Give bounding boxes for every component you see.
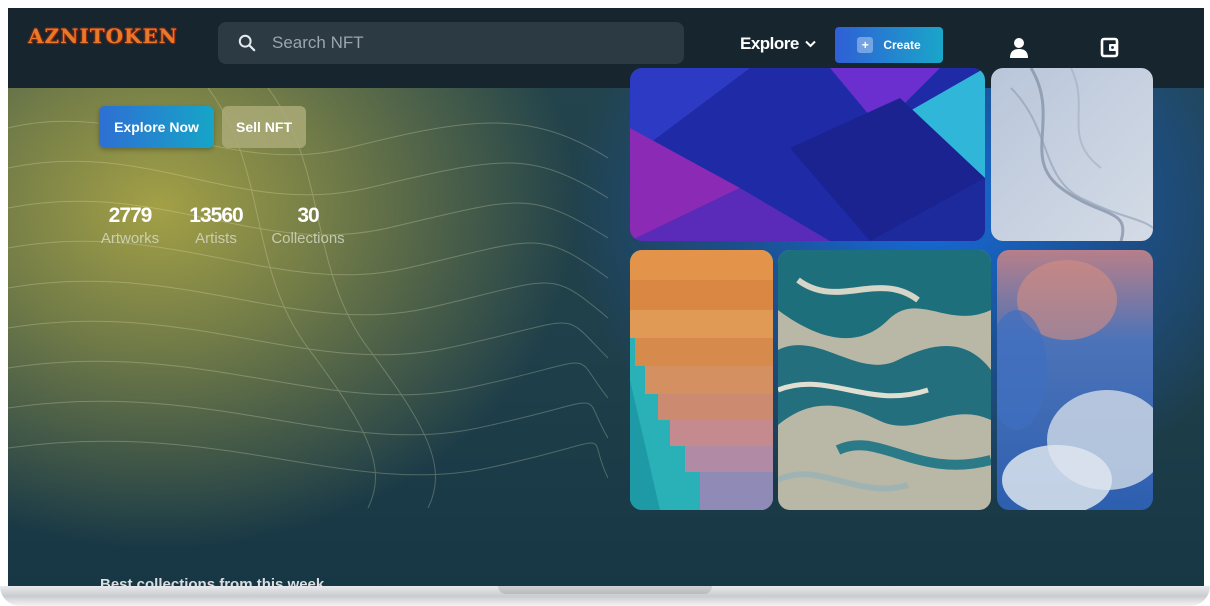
chevron-down-icon xyxy=(805,40,816,48)
nft-artwork-image xyxy=(991,68,1153,241)
stat-artworks-label: Artworks xyxy=(100,230,160,247)
nft-card-marble[interactable] xyxy=(778,250,991,510)
brand-logo[interactable]: AZNITOKEN xyxy=(28,18,178,54)
wallet-icon[interactable] xyxy=(1100,36,1120,58)
section-title: Best collections from this week xyxy=(100,576,325,586)
create-button-label: Create xyxy=(883,38,921,52)
stat-artworks-value: 2779 xyxy=(108,204,153,227)
stat-collections: 30 Collections xyxy=(268,204,348,247)
background-contour-pattern xyxy=(8,88,608,508)
stat-artists: 13560 Artists xyxy=(188,204,244,247)
nft-artwork-image xyxy=(630,250,773,510)
stat-artworks: 2779 Artworks xyxy=(98,204,162,247)
search-bar[interactable] xyxy=(218,22,684,64)
stat-artists-value: 13560 xyxy=(189,204,243,227)
create-button[interactable]: + Create xyxy=(835,27,943,63)
user-icon[interactable] xyxy=(1008,36,1030,60)
app-screen: AZNITOKEN Explore + Create xyxy=(8,8,1204,586)
nft-artwork-image xyxy=(630,68,985,241)
brand-logo-text: AZNITOKEN xyxy=(28,24,178,48)
nft-card-smoke[interactable] xyxy=(991,68,1153,241)
stat-collections-value: 30 xyxy=(297,204,319,227)
search-input[interactable] xyxy=(270,32,654,54)
nft-artwork-image xyxy=(778,250,991,510)
plus-icon: + xyxy=(857,37,874,53)
stat-collections-label: Collections xyxy=(271,230,345,247)
device-notch xyxy=(498,586,712,594)
search-icon xyxy=(238,34,256,52)
explore-now-button[interactable]: Explore Now xyxy=(99,106,214,148)
stat-artists-label: Artists xyxy=(195,230,237,247)
sell-nft-button[interactable]: Sell NFT xyxy=(222,106,306,148)
nft-card-geometric[interactable] xyxy=(630,68,985,241)
nft-card-clouds[interactable] xyxy=(997,250,1153,510)
explore-menu-label: Explore xyxy=(740,34,799,53)
nft-artwork-image xyxy=(997,250,1153,510)
nft-card-stairs[interactable] xyxy=(630,250,773,510)
explore-menu[interactable]: Explore xyxy=(740,34,816,54)
